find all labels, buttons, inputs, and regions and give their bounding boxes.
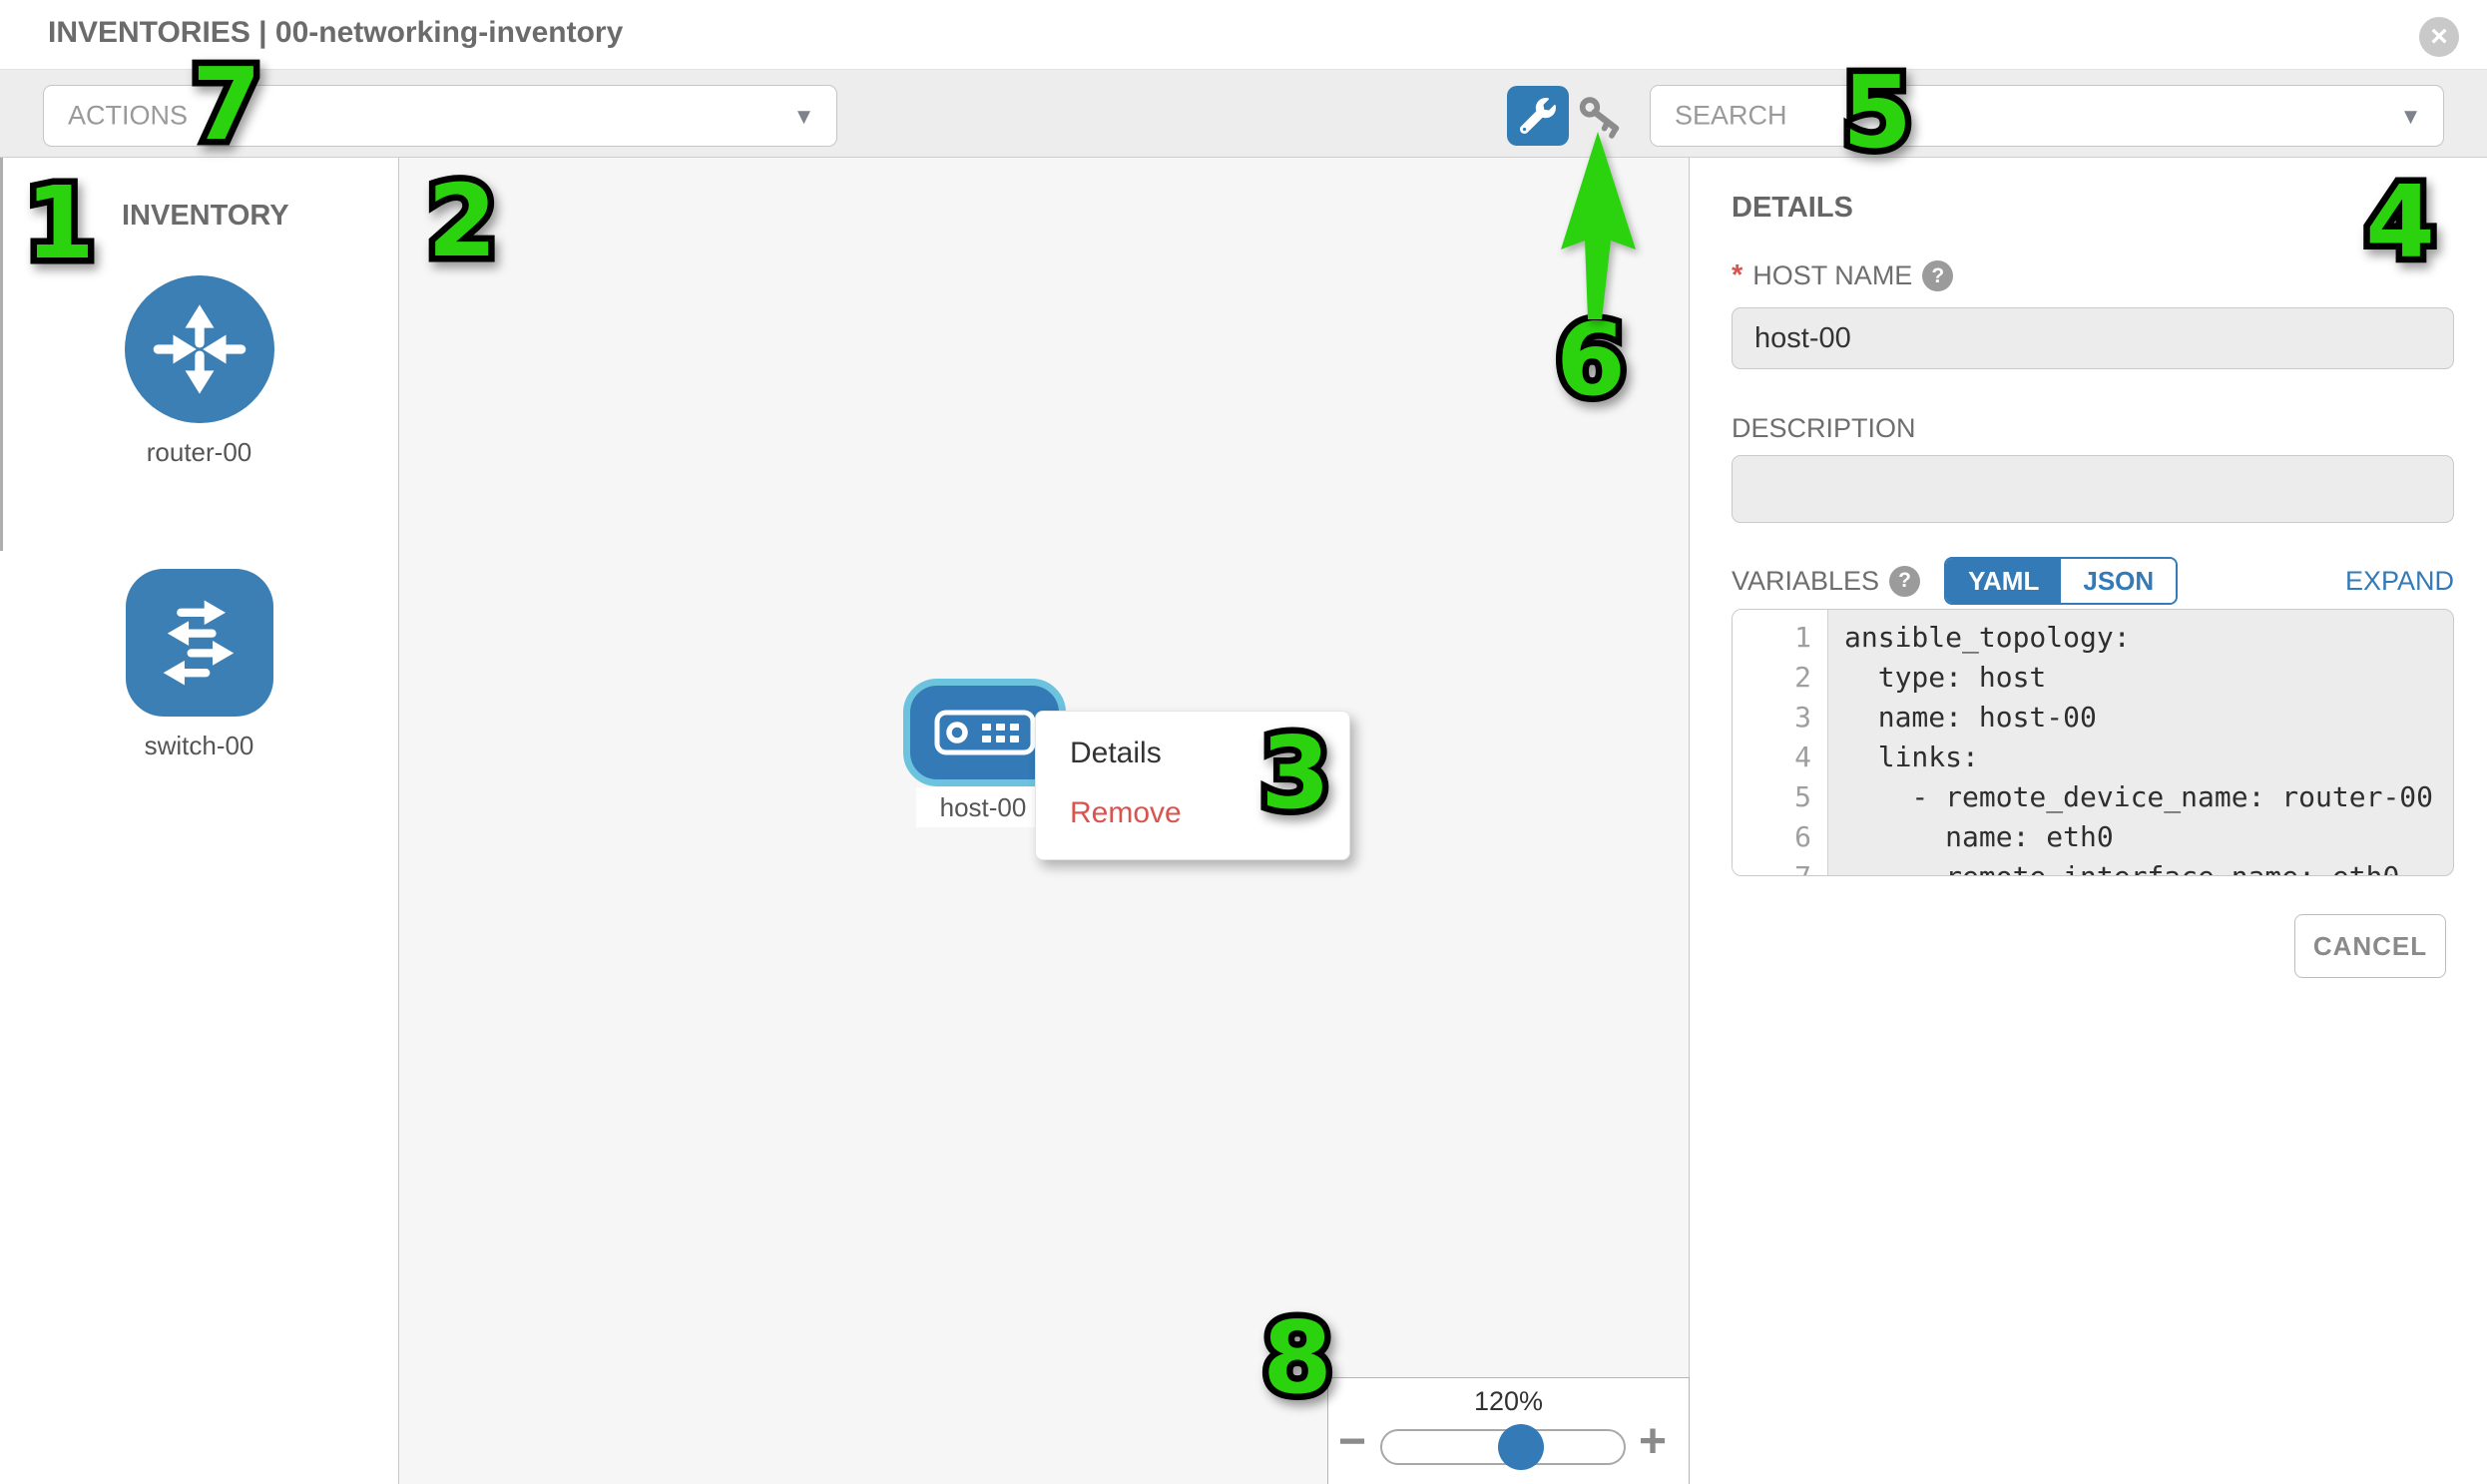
editor-line-numbers: 1 2 3 4 5 6 7 xyxy=(1733,610,1828,875)
close-icon: × xyxy=(2430,20,2448,54)
variables-row: VARIABLES ? YAML JSON EXPAND xyxy=(1732,557,2454,605)
host-name-label-row: * HOST NAME ? xyxy=(1732,259,1953,292)
code-line: links: xyxy=(1844,738,2453,777)
variables-label: VARIABLES xyxy=(1732,566,1879,597)
zoom-widget: 120% − + xyxy=(1327,1377,1690,1484)
zoom-level-label: 120% xyxy=(1328,1386,1689,1417)
actions-dropdown-label: ACTIONS xyxy=(68,101,188,132)
json-toggle-button[interactable]: JSON xyxy=(2061,559,2176,603)
key-icon xyxy=(1577,94,1629,142)
line-number: 5 xyxy=(1733,777,1827,817)
line-number: 3 xyxy=(1733,698,1827,738)
key-button[interactable] xyxy=(1577,94,1629,142)
help-icon[interactable]: ? xyxy=(1922,260,1953,291)
router-icon xyxy=(125,275,274,423)
description-input[interactable] xyxy=(1732,455,2454,523)
page-title: INVENTORIES | 00-networking-inventory xyxy=(48,16,623,50)
variables-editor[interactable]: 1 2 3 4 5 6 7 ansible_topology: type: ho… xyxy=(1732,609,2454,876)
toolbar: ACTIONS ▾ SEARCH ▾ xyxy=(0,70,2487,158)
switch-icon xyxy=(126,569,273,717)
line-number: 7 xyxy=(1733,857,1827,876)
palette-item-switch[interactable]: switch-00 xyxy=(0,569,398,761)
palette-item-router[interactable]: router-00 xyxy=(0,275,398,468)
details-panel-title: DETAILS xyxy=(1732,192,1853,225)
search-dropdown[interactable]: SEARCH ▾ xyxy=(1650,85,2444,147)
line-number: 4 xyxy=(1733,738,1827,777)
context-menu: Details Remove xyxy=(1035,711,1350,860)
description-label: DESCRIPTION xyxy=(1732,413,1916,444)
palette-item-label: router-00 xyxy=(147,437,252,468)
line-number: 1 xyxy=(1733,618,1827,658)
format-toggle: YAML JSON xyxy=(1944,557,2178,605)
expand-link[interactable]: EXPAND xyxy=(2345,566,2454,597)
description-label-row: DESCRIPTION xyxy=(1732,413,1916,444)
inventory-topology-page: INVENTORIES | 00-networking-inventory × … xyxy=(0,0,2487,1484)
code-line: ansible_topology: xyxy=(1844,618,2453,658)
required-asterisk: * xyxy=(1732,259,1742,292)
wrench-icon xyxy=(1520,98,1556,134)
code-line: name: host-00 xyxy=(1844,698,2453,738)
host-server-icon xyxy=(933,708,1037,757)
palette-item-label: switch-00 xyxy=(145,731,254,761)
host-name-input[interactable] xyxy=(1732,307,2454,369)
zoom-out-button[interactable]: − xyxy=(1330,1418,1374,1466)
code-line: remote_interface_name: eth0 xyxy=(1844,857,2453,876)
host-name-label: HOST NAME xyxy=(1752,260,1912,291)
zoom-in-button[interactable]: + xyxy=(1631,1418,1675,1466)
page-header: INVENTORIES | 00-networking-inventory × xyxy=(0,0,2487,70)
chevron-down-icon: ▾ xyxy=(2404,101,2417,132)
cancel-button[interactable]: CANCEL xyxy=(2294,914,2446,978)
menu-item-remove[interactable]: Remove xyxy=(1036,783,1349,843)
inventory-palette: INVENTORY router-00 xyxy=(0,158,399,1484)
editor-code[interactable]: ansible_topology: type: host name: host-… xyxy=(1828,610,2453,875)
search-dropdown-label: SEARCH xyxy=(1675,101,1787,132)
line-number: 2 xyxy=(1733,658,1827,698)
toolbox-button[interactable] xyxy=(1507,86,1569,146)
palette-title: INVENTORY xyxy=(122,200,289,233)
host-node-label: host-00 xyxy=(916,787,1050,827)
menu-item-details[interactable]: Details xyxy=(1036,724,1349,783)
close-button[interactable]: × xyxy=(2419,17,2459,57)
actions-dropdown[interactable]: ACTIONS ▾ xyxy=(43,85,837,147)
code-line: - remote_device_name: router-00 xyxy=(1844,777,2453,817)
help-icon[interactable]: ? xyxy=(1889,566,1920,597)
chevron-down-icon: ▾ xyxy=(797,101,810,132)
code-line: name: eth0 xyxy=(1844,817,2453,857)
code-line: type: host xyxy=(1844,658,2453,698)
details-panel: DETAILS * HOST NAME ? DESCRIPTION VARIAB… xyxy=(1691,158,2487,1484)
yaml-toggle-button[interactable]: YAML xyxy=(1946,559,2061,603)
zoom-slider-thumb[interactable] xyxy=(1498,1424,1544,1470)
line-number: 6 xyxy=(1733,817,1827,857)
